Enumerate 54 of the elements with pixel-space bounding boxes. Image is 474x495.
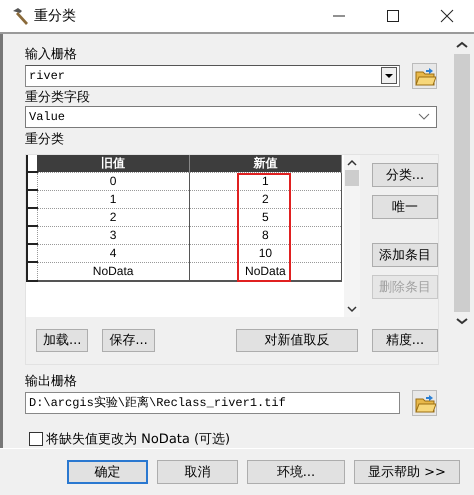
row-header (27, 154, 37, 172)
row-header[interactable] (27, 208, 37, 226)
field-label: 重分类字段 (25, 88, 91, 106)
row-header[interactable] (27, 172, 37, 190)
table-cell[interactable]: 10 (189, 244, 342, 262)
table-cell[interactable]: 2 (37, 208, 190, 226)
side-button[interactable]: 分类... (372, 162, 438, 187)
table-cell[interactable]: 0 (37, 172, 190, 190)
row-header[interactable] (27, 244, 37, 262)
column-header[interactable]: 旧值 (37, 154, 190, 172)
field-label: 输出栅格 (25, 372, 78, 390)
table-cell[interactable]: 1 (37, 190, 190, 208)
table-cell[interactable]: 1 (189, 172, 342, 190)
chevron-down-icon (418, 112, 430, 121)
section-label: 重分类 (25, 130, 65, 148)
table-cell[interactable]: 8 (189, 226, 342, 244)
browse-button[interactable] (412, 62, 437, 89)
side-button[interactable]: 添加条目 (372, 242, 438, 267)
dialog-button[interactable]: 环境... (247, 460, 345, 484)
table-cell[interactable]: NoData (189, 262, 342, 281)
action-button[interactable]: 加载... (36, 328, 88, 352)
table-cell[interactable]: 5 (189, 208, 342, 226)
folder-icon (414, 392, 436, 413)
row-header[interactable] (27, 190, 37, 208)
dialog-button[interactable]: 显示帮助 >> (354, 460, 460, 484)
window-title: 重分类 (34, 6, 76, 25)
row-header[interactable] (27, 226, 37, 244)
action-button[interactable]: 精度... (372, 328, 438, 352)
dropdown-arrow-icon (384, 72, 394, 79)
action-button[interactable]: 对新值取反 (236, 328, 358, 352)
input-raster-dropdown[interactable]: river (25, 64, 400, 87)
dialog-button[interactable]: 取消 (157, 460, 238, 484)
checkbox[interactable] (29, 432, 43, 446)
scroll-thumb[interactable] (454, 54, 470, 312)
action-button[interactable]: 保存... (102, 328, 155, 352)
checkbox-label: 将缺失值更改为 NoData (可选) (46, 430, 230, 448)
column-header[interactable]: 新值 (189, 154, 342, 172)
table-cell[interactable]: 4 (37, 244, 190, 262)
output-raster-field[interactable]: D:\arcgis实验\距离\Reclass_river1.tif (25, 392, 400, 414)
dialog-button[interactable]: 确定 (67, 460, 148, 484)
scroll-down-icon[interactable] (346, 304, 358, 313)
row-header[interactable] (27, 262, 37, 281)
browse-button[interactable] (412, 390, 437, 416)
folder-icon (414, 66, 436, 86)
table-cell[interactable]: 3 (37, 226, 190, 244)
table-cell[interactable]: 2 (189, 190, 342, 208)
table-cell[interactable]: NoData (37, 262, 190, 281)
scroll-up-icon[interactable] (346, 158, 358, 167)
scroll-thumb[interactable] (345, 170, 359, 186)
scrollbar[interactable] (453, 40, 471, 326)
field-label: 输入栅格 (25, 46, 78, 63)
field-dropdown[interactable]: Value (25, 106, 437, 128)
side-button[interactable]: 唯一 (372, 194, 438, 219)
scrollbar[interactable] (344, 154, 360, 317)
